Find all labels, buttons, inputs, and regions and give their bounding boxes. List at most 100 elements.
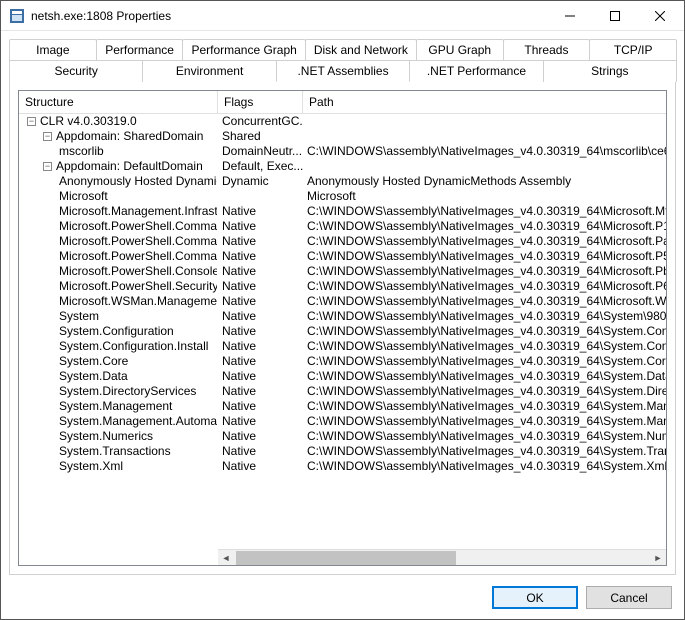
tab-threads[interactable]: Threads <box>503 39 591 60</box>
cell-path <box>303 114 666 129</box>
tree-label: System.Data <box>59 369 128 383</box>
cell-path <box>303 129 666 144</box>
tree-label: CLR v4.0.30319.0 <box>40 114 137 128</box>
tree-row[interactable]: System.Management.Automati...NativeC:\WI… <box>19 414 666 429</box>
tree-label: Microsoft.Management.Infrastr... <box>59 204 218 218</box>
tree-row[interactable]: −Appdomain: DefaultDomainDefault, Exec..… <box>19 159 666 174</box>
tree-label: Microsoft.WSMan.Management <box>59 294 218 308</box>
maximize-button[interactable] <box>592 1 637 30</box>
cell-flags: Native <box>218 309 303 324</box>
cell-flags: Native <box>218 339 303 354</box>
assemblies-listview[interactable]: Structure Flags Path −CLR v4.0.30319.0Co… <box>18 90 667 566</box>
cell-path: C:\WINDOWS\assembly\NativeImages_v4.0.30… <box>303 264 666 279</box>
tree-toggle-icon[interactable]: − <box>27 117 36 126</box>
tree-row[interactable]: Microsoft.PowerShell.Console...NativeC:\… <box>19 264 666 279</box>
col-flags[interactable]: Flags <box>218 91 303 113</box>
cell-flags: DomainNeutr... <box>218 144 303 159</box>
titlebar[interactable]: netsh.exe:1808 Properties <box>1 1 684 31</box>
col-structure[interactable]: Structure <box>19 91 218 113</box>
cell-flags: Native <box>218 279 303 294</box>
cell-flags: Native <box>218 459 303 474</box>
tree-row[interactable]: −Appdomain: SharedDomainShared <box>19 129 666 144</box>
tab-environment[interactable]: Environment <box>142 60 276 82</box>
window-title: netsh.exe:1808 Properties <box>31 9 547 23</box>
tree-label: System.Configuration <box>59 324 174 338</box>
tab-tcp-ip[interactable]: TCP/IP <box>589 39 677 60</box>
tree-row[interactable]: System.Numerics NativeC:\WINDOWS\assembly… <box>19 429 666 444</box>
tree-toggle-icon[interactable]: − <box>43 162 52 171</box>
cell-path: Microsoft <box>303 189 666 204</box>
tree-row[interactable]: −CLR v4.0.30319.0ConcurrentGC... <box>19 114 666 129</box>
cell-flags: Native <box>218 444 303 459</box>
tab--net-assemblies[interactable]: .NET Assemblies <box>276 60 410 82</box>
tree-row[interactable]: System.CoreNativeC:\WINDOWS\assembly\Nat… <box>19 354 666 369</box>
tree-row[interactable]: System.TransactionsNativeC:\WINDOWS\asse… <box>19 444 666 459</box>
close-button[interactable] <box>637 1 682 30</box>
tree-row[interactable]: SystemNativeC:\WINDOWS\assembly\NativeIm… <box>19 309 666 324</box>
tree-label: Microsoft.PowerShell.Console... <box>59 264 218 278</box>
tree-row[interactable]: Microsoft.PowerShell.Comman...NativeC:\W… <box>19 249 666 264</box>
col-path[interactable]: Path <box>303 91 666 113</box>
tab-security[interactable]: Security <box>9 60 143 82</box>
scroll-right-icon[interactable]: ► <box>650 550 666 566</box>
tab-disk-and-network[interactable]: Disk and Network <box>305 39 417 60</box>
tree-row[interactable]: Microsoft.WSMan.ManagementNativeC:\WINDO… <box>19 294 666 309</box>
tab-image[interactable]: Image <box>9 39 97 60</box>
tree-row[interactable]: Microsoft.PowerShell.SecurityNativeC:\WI… <box>19 279 666 294</box>
tree-row[interactable]: MicrosoftMicrosoft <box>19 189 666 204</box>
tab-strings[interactable]: Strings <box>543 60 677 82</box>
cell-path: C:\WINDOWS\assembly\NativeImages_v4.0.30… <box>303 369 666 384</box>
dialog-buttons: OK Cancel <box>1 576 684 619</box>
tree-label: System.Numerics <box>59 429 153 443</box>
cell-path: C:\WINDOWS\assembly\NativeImages_v4.0.30… <box>303 279 666 294</box>
tree-row[interactable]: Microsoft.Management.Infrastr...NativeC:… <box>19 204 666 219</box>
ok-button[interactable]: OK <box>492 586 578 609</box>
horizontal-scrollbar[interactable]: ◄ ► <box>218 549 666 565</box>
tab--net-performance[interactable]: .NET Performance <box>409 60 543 82</box>
cell-flags: Native <box>218 204 303 219</box>
tree-label: Microsoft.PowerShell.Comman... <box>59 219 218 233</box>
listview-body[interactable]: −CLR v4.0.30319.0ConcurrentGC...−Appdoma… <box>19 114 666 565</box>
cell-flags: Dynamic <box>218 174 303 189</box>
tree-row[interactable]: System.XmlNativeC:\WINDOWS\assembly\Nati… <box>19 459 666 474</box>
tree-row[interactable]: Microsoft.PowerShell.Comman...NativeC:\W… <box>19 234 666 249</box>
cell-flags: Native <box>218 294 303 309</box>
cancel-button[interactable]: Cancel <box>586 586 672 609</box>
tree-label: System.Core <box>59 354 128 368</box>
cell-flags: Native <box>218 429 303 444</box>
tree-label: System.Management.Automati... <box>59 414 218 428</box>
tab-panel: Structure Flags Path −CLR v4.0.30319.0Co… <box>9 81 676 575</box>
tree-toggle-icon[interactable]: − <box>43 132 52 141</box>
properties-window: netsh.exe:1808 Properties ImagePerforman… <box>0 0 685 620</box>
tab-gpu-graph[interactable]: GPU Graph <box>416 39 504 60</box>
cell-path: C:\WINDOWS\assembly\NativeImages_v4.0.30… <box>303 384 666 399</box>
scroll-thumb[interactable] <box>236 551 456 565</box>
minimize-button[interactable] <box>547 1 592 30</box>
tree-row[interactable]: System.Data NativeC:\WINDOWS\assembly\Nat… <box>19 369 666 384</box>
cell-flags: Native <box>218 234 303 249</box>
cell-flags: Native <box>218 219 303 234</box>
tree-row[interactable]: System.ConfigurationNativeC:\WINDOWS\ass… <box>19 324 666 339</box>
cell-flags: Default, Exec... <box>218 159 303 174</box>
tree-row[interactable]: System.ManagementNativeC:\WINDOWS\assemb… <box>19 399 666 414</box>
tab-performance[interactable]: Performance <box>96 39 184 60</box>
cell-flags: Native <box>218 249 303 264</box>
app-icon <box>9 8 25 24</box>
cell-flags: Native <box>218 414 303 429</box>
cell-path: C:\WINDOWS\assembly\NativeImages_v4.0.30… <box>303 219 666 234</box>
tree-row[interactable]: System.Configuration.InstallNativeC:\WIN… <box>19 339 666 354</box>
tree-label: Anonymously Hosted Dynamic... <box>59 174 218 188</box>
tree-row[interactable]: Anonymously Hosted Dynamic...DynamicAnon… <box>19 174 666 189</box>
tree-row[interactable]: System.DirectoryServicesNativeC:\WINDOWS… <box>19 384 666 399</box>
tree-label: Appdomain: SharedDomain <box>56 129 203 143</box>
cell-flags: Native <box>218 369 303 384</box>
scroll-left-icon[interactable]: ◄ <box>218 550 234 566</box>
tree-row[interactable]: Microsoft.PowerShell.Comman...NativeC:\W… <box>19 219 666 234</box>
listview-header: Structure Flags Path <box>19 91 666 114</box>
cell-flags: Native <box>218 264 303 279</box>
tree-label: System <box>59 309 99 323</box>
tab-performance-graph[interactable]: Performance Graph <box>182 39 305 60</box>
tree-row[interactable]: mscorlibDomainNeutr...C:\WINDOWS\assembl… <box>19 144 666 159</box>
cell-path: C:\WINDOWS\assembly\NativeImages_v4.0.30… <box>303 429 666 444</box>
cell-path: C:\WINDOWS\assembly\NativeImages_v4.0.30… <box>303 459 666 474</box>
